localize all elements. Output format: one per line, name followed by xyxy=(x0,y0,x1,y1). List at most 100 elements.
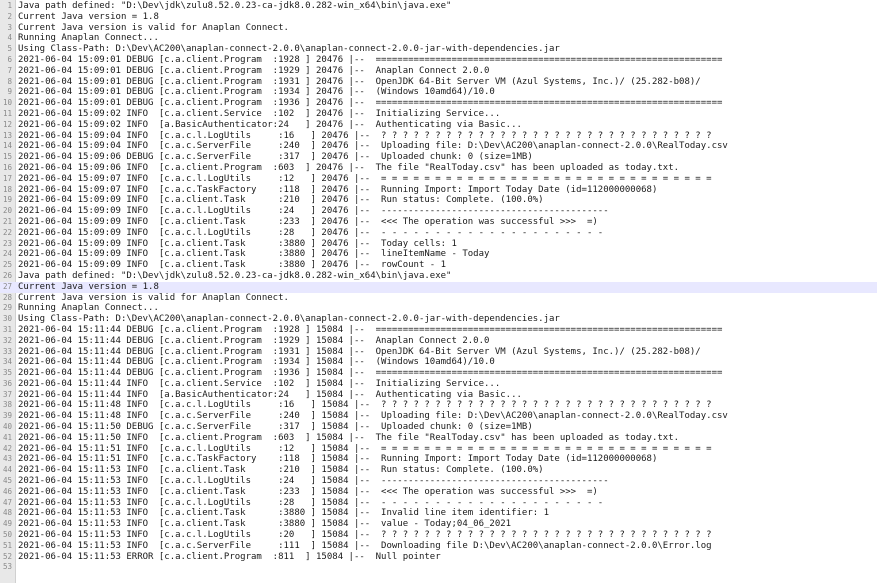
line-text[interactable]: 2021-06-04 15:11:44 DEBUG [c.a.client.Pr… xyxy=(18,347,701,358)
line-text[interactable]: 2021-06-04 15:09:01 DEBUG [c.a.client.Pr… xyxy=(18,77,701,88)
line-text[interactable]: 2021-06-04 15:09:01 DEBUG [c.a.client.Pr… xyxy=(18,98,722,109)
editor-content[interactable]: 1 Java path defined: "D:\Dev\jdk\zulu8.52… xyxy=(0,1,877,573)
editor-line[interactable]: 36 2021-06-04 15:11:44 INFO [c.a.client.S… xyxy=(0,379,877,390)
line-text[interactable]: 2021-06-04 15:09:01 DEBUG [c.a.client.Pr… xyxy=(18,87,495,98)
line-text[interactable]: 2021-06-04 15:09:02 INFO [c.a.client.Ser… xyxy=(18,109,500,120)
line-text[interactable]: 2021-06-04 15:09:07 INFO [c.a.c.l.LogUti… xyxy=(18,174,712,185)
editor-line[interactable]: 40 2021-06-04 15:11:50 DEBUG [c.a.c.Serve… xyxy=(0,422,877,433)
editor-line[interactable]: 25 2021-06-04 15:09:09 INFO [c.a.client.T… xyxy=(0,260,877,271)
editor-line[interactable]: 39 2021-06-04 15:11:48 INFO [c.a.c.Server… xyxy=(0,411,877,422)
editor-line[interactable]: 29 Running Anaplan Connect... xyxy=(0,303,877,314)
editor-line[interactable]: 47 2021-06-04 15:11:53 INFO [c.a.c.l.LogU… xyxy=(0,498,877,509)
line-text[interactable]: 2021-06-04 15:11:53 INFO [c.a.c.ServerFi… xyxy=(18,541,712,552)
line-text[interactable]: 2021-06-04 15:09:04 INFO [c.a.c.ServerFi… xyxy=(18,141,728,152)
line-text[interactable]: Current Java version is valid for Anapla… xyxy=(18,293,289,304)
line-text[interactable]: Java path defined: "D:\Dev\jdk\zulu8.52.… xyxy=(18,1,451,12)
editor-line[interactable]: 22 2021-06-04 15:09:09 INFO [c.a.c.l.LogU… xyxy=(0,228,877,239)
line-text[interactable]: Running Anaplan Connect... xyxy=(18,33,159,44)
editor-line[interactable]: 8 2021-06-04 15:09:01 DEBUG [c.a.client.P… xyxy=(0,77,877,88)
line-text[interactable]: 2021-06-04 15:09:09 INFO [c.a.client.Tas… xyxy=(18,195,544,206)
editor-line[interactable]: 52 2021-06-04 15:11:53 ERROR [c.a.client.… xyxy=(0,552,877,563)
line-text[interactable]: 2021-06-04 15:09:06 INFO [c.a.client.Pro… xyxy=(18,163,679,174)
line-text[interactable]: 2021-06-04 15:09:06 DEBUG [c.a.c.ServerF… xyxy=(18,152,533,163)
editor-line[interactable]: 24 2021-06-04 15:09:09 INFO [c.a.client.T… xyxy=(0,249,877,260)
line-text[interactable]: 2021-06-04 15:11:53 INFO [c.a.client.Tas… xyxy=(18,465,544,476)
text-editor[interactable]: 1 Java path defined: "D:\Dev\jdk\zulu8.52… xyxy=(0,0,877,583)
editor-line[interactable]: 23 2021-06-04 15:09:09 INFO [c.a.client.T… xyxy=(0,239,877,250)
line-text[interactable]: Current Java version = 1.8 xyxy=(18,282,159,293)
editor-line[interactable]: 45 2021-06-04 15:11:53 INFO [c.a.c.l.LogU… xyxy=(0,476,877,487)
editor-line[interactable]: 18 2021-06-04 15:09:07 INFO [c.a.c.TaskFa… xyxy=(0,185,877,196)
line-text[interactable]: 2021-06-04 15:11:53 ERROR [c.a.client.Pr… xyxy=(18,552,441,563)
editor-line[interactable]: 50 2021-06-04 15:11:53 INFO [c.a.c.l.LogU… xyxy=(0,530,877,541)
editor-line[interactable]: 5 Using Class-Path: D:\Dev\AC200\anaplan-… xyxy=(0,44,877,55)
editor-line[interactable]: 2 Current Java version = 1.8 xyxy=(0,12,877,23)
editor-line[interactable]: 32 2021-06-04 15:11:44 DEBUG [c.a.client.… xyxy=(0,336,877,347)
editor-line[interactable]: 17 2021-06-04 15:09:07 INFO [c.a.c.l.LogU… xyxy=(0,174,877,185)
editor-line[interactable]: 41 2021-06-04 15:11:50 INFO [c.a.client.P… xyxy=(0,433,877,444)
line-text[interactable]: 2021-06-04 15:11:51 INFO [c.a.c.TaskFact… xyxy=(18,454,657,465)
line-text[interactable]: 2021-06-04 15:09:04 INFO [c.a.c.l.LogUti… xyxy=(18,131,712,142)
line-text[interactable]: 2021-06-04 15:09:09 INFO [c.a.client.Tas… xyxy=(18,239,457,250)
line-text[interactable]: 2021-06-04 15:09:07 INFO [c.a.c.TaskFact… xyxy=(18,185,657,196)
editor-line[interactable]: 42 2021-06-04 15:11:51 INFO [c.a.c.l.LogU… xyxy=(0,444,877,455)
line-text[interactable]: 2021-06-04 15:09:01 DEBUG [c.a.client.Pr… xyxy=(18,66,489,77)
editor-line[interactable]: 31 2021-06-04 15:11:44 DEBUG [c.a.client.… xyxy=(0,325,877,336)
line-text[interactable]: 2021-06-04 15:11:44 INFO [c.a.client.Ser… xyxy=(18,379,500,390)
line-text[interactable]: 2021-06-04 15:11:50 INFO [c.a.client.Pro… xyxy=(18,433,679,444)
editor-line[interactable]: 44 2021-06-04 15:11:53 INFO [c.a.client.T… xyxy=(0,465,877,476)
line-text[interactable]: 2021-06-04 15:11:53 INFO [c.a.client.Tas… xyxy=(18,508,549,519)
line-text[interactable]: 2021-06-04 15:11:44 DEBUG [c.a.client.Pr… xyxy=(18,357,495,368)
editor-line[interactable]: 20 2021-06-04 15:09:09 INFO [c.a.c.l.LogU… xyxy=(0,206,877,217)
editor-line[interactable]: 13 2021-06-04 15:09:04 INFO [c.a.c.l.LogU… xyxy=(0,131,877,142)
editor-line[interactable]: 49 2021-06-04 15:11:53 INFO [c.a.client.T… xyxy=(0,519,877,530)
editor-line[interactable]: 11 2021-06-04 15:09:02 INFO [c.a.client.S… xyxy=(0,109,877,120)
line-text[interactable]: 2021-06-04 15:11:53 INFO [c.a.client.Tas… xyxy=(18,487,598,498)
line-text[interactable]: 2021-06-04 15:09:09 INFO [c.a.c.l.LogUti… xyxy=(18,228,603,239)
line-text[interactable]: Current Java version = 1.8 xyxy=(18,12,159,23)
editor-line[interactable]: 30 Using Class-Path: D:\Dev\AC200\anaplan… xyxy=(0,314,877,325)
editor-line[interactable]: 4 Running Anaplan Connect... xyxy=(0,33,877,44)
line-text[interactable]: 2021-06-04 15:11:44 DEBUG [c.a.client.Pr… xyxy=(18,336,489,347)
line-text[interactable]: 2021-06-04 15:09:09 INFO [c.a.c.l.LogUti… xyxy=(18,206,609,217)
editor-line[interactable]: 34 2021-06-04 15:11:44 DEBUG [c.a.client.… xyxy=(0,357,877,368)
editor-line[interactable]: 12 2021-06-04 15:09:02 INFO [a.BasicAuthe… xyxy=(0,120,877,131)
current-line[interactable]: 27 Current Java version = 1.8 xyxy=(0,281,877,293)
editor-line[interactable]: 28 Current Java version is valid for Anap… xyxy=(0,293,877,304)
editor-line[interactable]: 19 2021-06-04 15:09:09 INFO [c.a.client.T… xyxy=(0,195,877,206)
editor-line[interactable]: 33 2021-06-04 15:11:44 DEBUG [c.a.client.… xyxy=(0,347,877,358)
editor-line[interactable]: 10 2021-06-04 15:09:01 DEBUG [c.a.client.… xyxy=(0,98,877,109)
editor-line[interactable]: 1 Java path defined: "D:\Dev\jdk\zulu8.52… xyxy=(0,1,877,12)
line-text[interactable]: 2021-06-04 15:09:09 INFO [c.a.client.Tas… xyxy=(18,249,489,260)
editor-line[interactable]: 48 2021-06-04 15:11:53 INFO [c.a.client.T… xyxy=(0,508,877,519)
line-text[interactable]: 2021-06-04 15:11:53 INFO [c.a.client.Tas… xyxy=(18,519,511,530)
editor-line[interactable]: 43 2021-06-04 15:11:51 INFO [c.a.c.TaskFa… xyxy=(0,454,877,465)
editor-line[interactable]: 9 2021-06-04 15:09:01 DEBUG [c.a.client.P… xyxy=(0,87,877,98)
editor-line[interactable]: 6 2021-06-04 15:09:01 DEBUG [c.a.client.P… xyxy=(0,55,877,66)
line-text[interactable]: 2021-06-04 15:11:51 INFO [c.a.c.l.LogUti… xyxy=(18,444,712,455)
editor-line[interactable]: 26 Java path defined: "D:\Dev\jdk\zulu8.5… xyxy=(0,271,877,282)
line-text[interactable]: 2021-06-04 15:09:02 INFO [a.BasicAuthent… xyxy=(18,120,522,131)
editor-line[interactable]: 14 2021-06-04 15:09:04 INFO [c.a.c.Server… xyxy=(0,141,877,152)
line-text[interactable]: 2021-06-04 15:11:44 INFO [a.BasicAuthent… xyxy=(18,390,522,401)
line-text[interactable]: 2021-06-04 15:11:53 INFO [c.a.c.l.LogUti… xyxy=(18,530,712,541)
editor-line[interactable]: 38 2021-06-04 15:11:48 INFO [c.a.c.l.LogU… xyxy=(0,400,877,411)
line-text[interactable]: 2021-06-04 15:11:53 INFO [c.a.c.l.LogUti… xyxy=(18,498,603,509)
editor-line[interactable]: 51 2021-06-04 15:11:53 INFO [c.a.c.Server… xyxy=(0,541,877,552)
editor-line[interactable]: 46 2021-06-04 15:11:53 INFO [c.a.client.T… xyxy=(0,487,877,498)
editor-line[interactable]: 21 2021-06-04 15:09:09 INFO [c.a.client.T… xyxy=(0,217,877,228)
line-text[interactable]: Running Anaplan Connect... xyxy=(18,303,159,314)
editor-line[interactable]: 3 Current Java version is valid for Anapl… xyxy=(0,23,877,34)
line-text[interactable]: 2021-06-04 15:11:50 DEBUG [c.a.c.ServerF… xyxy=(18,422,533,433)
line-text[interactable]: 2021-06-04 15:11:44 DEBUG [c.a.client.Pr… xyxy=(18,368,722,379)
editor-line[interactable]: 35 2021-06-04 15:11:44 DEBUG [c.a.client.… xyxy=(0,368,877,379)
line-text[interactable]: 2021-06-04 15:11:44 DEBUG [c.a.client.Pr… xyxy=(18,325,722,336)
line-text[interactable]: 2021-06-04 15:09:01 DEBUG [c.a.client.Pr… xyxy=(18,55,722,66)
line-text[interactable]: 2021-06-04 15:11:48 INFO [c.a.c.l.LogUti… xyxy=(18,400,712,411)
line-text[interactable]: Java path defined: "D:\Dev\jdk\zulu8.52.… xyxy=(18,271,451,282)
editor-line[interactable]: 53 xyxy=(0,562,877,573)
line-text[interactable]: Using Class-Path: D:\Dev\AC200\anaplan-c… xyxy=(18,314,560,325)
editor-line[interactable]: 37 2021-06-04 15:11:44 INFO [a.BasicAuthe… xyxy=(0,390,877,401)
editor-line[interactable]: 7 2021-06-04 15:09:01 DEBUG [c.a.client.P… xyxy=(0,66,877,77)
line-text[interactable]: 2021-06-04 15:09:09 INFO [c.a.client.Tas… xyxy=(18,260,446,271)
